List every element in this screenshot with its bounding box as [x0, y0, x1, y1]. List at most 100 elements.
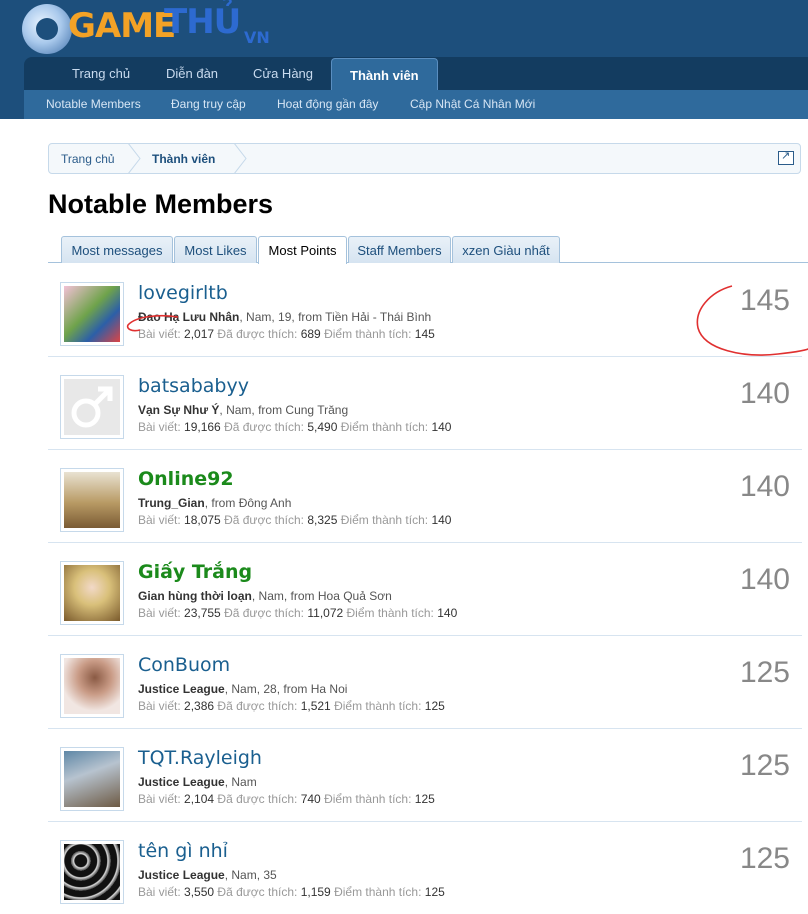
member-title: Justice League	[138, 682, 225, 696]
member-stats: Bài viết: 23,755 Đã được thích: 11,072 Đ…	[138, 606, 457, 620]
member-row: TQT.Rayleigh Justice League, Nam Bài viế…	[48, 729, 802, 822]
nav-tab-forums[interactable]: Diễn đàn	[166, 66, 218, 81]
member-username[interactable]: batsababyy	[138, 375, 249, 397]
member-row: ConBuom Justice League, Nam, 28, from Ha…	[48, 636, 802, 729]
likes-count: 740	[300, 792, 321, 806]
member-details: , Nam, 19, from Tiền Hải - Thái Bình	[239, 310, 432, 324]
member-score: 125	[739, 842, 790, 875]
member-username[interactable]: lovegirltb	[138, 282, 228, 304]
likes-count: 1,521	[300, 699, 331, 713]
member-avatar[interactable]	[60, 654, 124, 718]
avatar-image	[64, 286, 120, 342]
member-row: Giấy Trắng Gian hùng thời loạn, Nam, fro…	[48, 543, 802, 636]
tab-xzen-richest[interactable]: xzen Giàu nhất	[452, 236, 560, 263]
member-info: Vạn Sự Như Ý, Nam, from Cung Trăng	[138, 403, 348, 417]
red-circle-annotation	[696, 285, 808, 356]
posts-label: Bài viết:	[138, 606, 181, 620]
male-icon	[64, 379, 120, 435]
jump-to-icon[interactable]	[778, 149, 794, 165]
points-label: Điểm thành tích:	[340, 420, 429, 434]
points-label: Điểm thành tích:	[346, 606, 434, 620]
posts-label: Bài viết:	[138, 513, 181, 527]
posts-label: Bài viết:	[138, 792, 181, 806]
breadcrumb-members[interactable]: Thành viên	[152, 152, 215, 166]
member-details: , Nam, from Cung Trăng	[219, 403, 349, 417]
points-count: 125	[424, 699, 445, 713]
member-username[interactable]: TQT.Rayleigh	[138, 747, 262, 769]
subnav-recent-activity[interactable]: Hoạt động gần đây	[277, 97, 378, 111]
member-details: , Nam	[224, 775, 257, 789]
points-count: 145	[414, 327, 435, 341]
avatar-image	[64, 472, 120, 528]
posts-count: 3,550	[184, 885, 215, 899]
member-title: Vạn Sự Như Ý	[138, 403, 220, 417]
points-label: Điểm thành tích:	[334, 885, 422, 899]
member-stats: Bài viết: 2,386 Đã được thích: 1,521 Điể…	[138, 699, 445, 713]
posts-label: Bài viết:	[138, 699, 181, 713]
breadcrumb-home[interactable]: Trang chủ	[61, 152, 115, 166]
member-avatar[interactable]	[60, 468, 124, 532]
nav-tab-shop[interactable]: Cửa Hàng	[253, 66, 313, 81]
nav-tab-members[interactable]: Thành viên	[331, 58, 438, 91]
posts-label: Bài viết:	[138, 885, 181, 899]
points-label: Điểm thành tích:	[324, 327, 412, 341]
member-info: Trung_Gian, from Đông Anh	[138, 496, 291, 510]
points-label: Điểm thành tích:	[334, 699, 422, 713]
site-logo[interactable]: GAME THỦ VN	[22, 2, 270, 54]
member-username[interactable]: tên gì nhỉ	[138, 840, 228, 862]
points-count: 140	[431, 513, 452, 527]
member-stats: Bài viết: 18,075 Đã được thích: 8,325 Đi…	[138, 513, 451, 527]
avatar-image	[64, 565, 120, 621]
member-avatar[interactable]	[60, 840, 124, 904]
avatar-image	[64, 751, 120, 807]
member-avatar[interactable]	[60, 282, 124, 346]
breadcrumb-separator-icon	[234, 143, 247, 174]
logo-text-thu: THỦ	[164, 2, 241, 42]
member-username[interactable]: Giấy Trắng	[138, 561, 252, 583]
subnav-profile-updates[interactable]: Cập Nhật Cá Nhân Mới	[410, 97, 535, 111]
tab-most-points[interactable]: Most Points	[258, 236, 347, 264]
logo-text-game: GAME	[68, 6, 176, 46]
member-details: , from Đông Anh	[204, 496, 292, 510]
member-avatar[interactable]	[60, 747, 124, 811]
page-title: Notable Members	[48, 189, 274, 219]
member-score: 125	[739, 749, 790, 782]
member-avatar[interactable]	[60, 561, 124, 625]
tab-staff-members[interactable]: Staff Members	[348, 236, 451, 263]
breadcrumb-separator-icon	[128, 143, 141, 174]
member-row: tên gì nhỉ Justice League, Nam, 35 Bài v…	[48, 822, 802, 914]
member-details: , Nam, 35	[224, 868, 277, 882]
member-username[interactable]: Online92	[138, 468, 234, 490]
red-underline-annotation	[126, 314, 179, 332]
posts-count: 2,386	[184, 699, 215, 713]
likes-count: 689	[300, 327, 321, 341]
member-title: Trung_Gian	[138, 496, 205, 510]
posts-count: 18,075	[184, 513, 221, 527]
likes-label: Đã được thích:	[217, 699, 298, 713]
member-avatar[interactable]	[60, 375, 124, 439]
member-title: Gian hùng thời loạn	[138, 589, 252, 603]
globe-icon	[22, 4, 72, 54]
member-row: batsababyy Vạn Sự Như Ý, Nam, from Cung …	[48, 357, 802, 450]
member-score: 140	[739, 563, 790, 596]
member-info: Justice League, Nam	[138, 775, 257, 789]
posts-count: 2,017	[184, 327, 215, 341]
likes-label: Đã được thích:	[217, 885, 298, 899]
member-details: , Nam, from Hoa Quả Sơn	[251, 589, 392, 603]
posts-count: 19,166	[184, 420, 221, 434]
member-stats: Bài viết: 19,166 Đã được thích: 5,490 Đi…	[138, 420, 451, 434]
subnav-notable-members[interactable]: Notable Members	[46, 97, 141, 111]
member-row: Online92 Trung_Gian, from Đông Anh Bài v…	[48, 450, 802, 543]
tab-most-messages[interactable]: Most messages	[61, 236, 173, 263]
likes-label: Đã được thích:	[217, 792, 298, 806]
tab-most-likes[interactable]: Most Likes	[174, 236, 257, 263]
subnav-online-now[interactable]: Đang truy cập	[171, 97, 246, 111]
nav-tab-home[interactable]: Trang chủ	[72, 66, 130, 81]
member-info: Gian hùng thời loạn, Nam, from Hoa Quả S…	[138, 589, 392, 603]
likes-label: Đã được thích:	[217, 327, 298, 341]
member-score: 140	[739, 470, 790, 503]
likes-label: Đã được thích:	[224, 513, 305, 527]
member-row: lovegirltb Đao Hạ Lưu Nhân, Nam, 19, fro…	[48, 264, 802, 357]
member-username[interactable]: ConBuom	[138, 654, 230, 676]
member-stats: Bài viết: 2,017 Đã được thích: 689 Điểm …	[138, 327, 435, 341]
